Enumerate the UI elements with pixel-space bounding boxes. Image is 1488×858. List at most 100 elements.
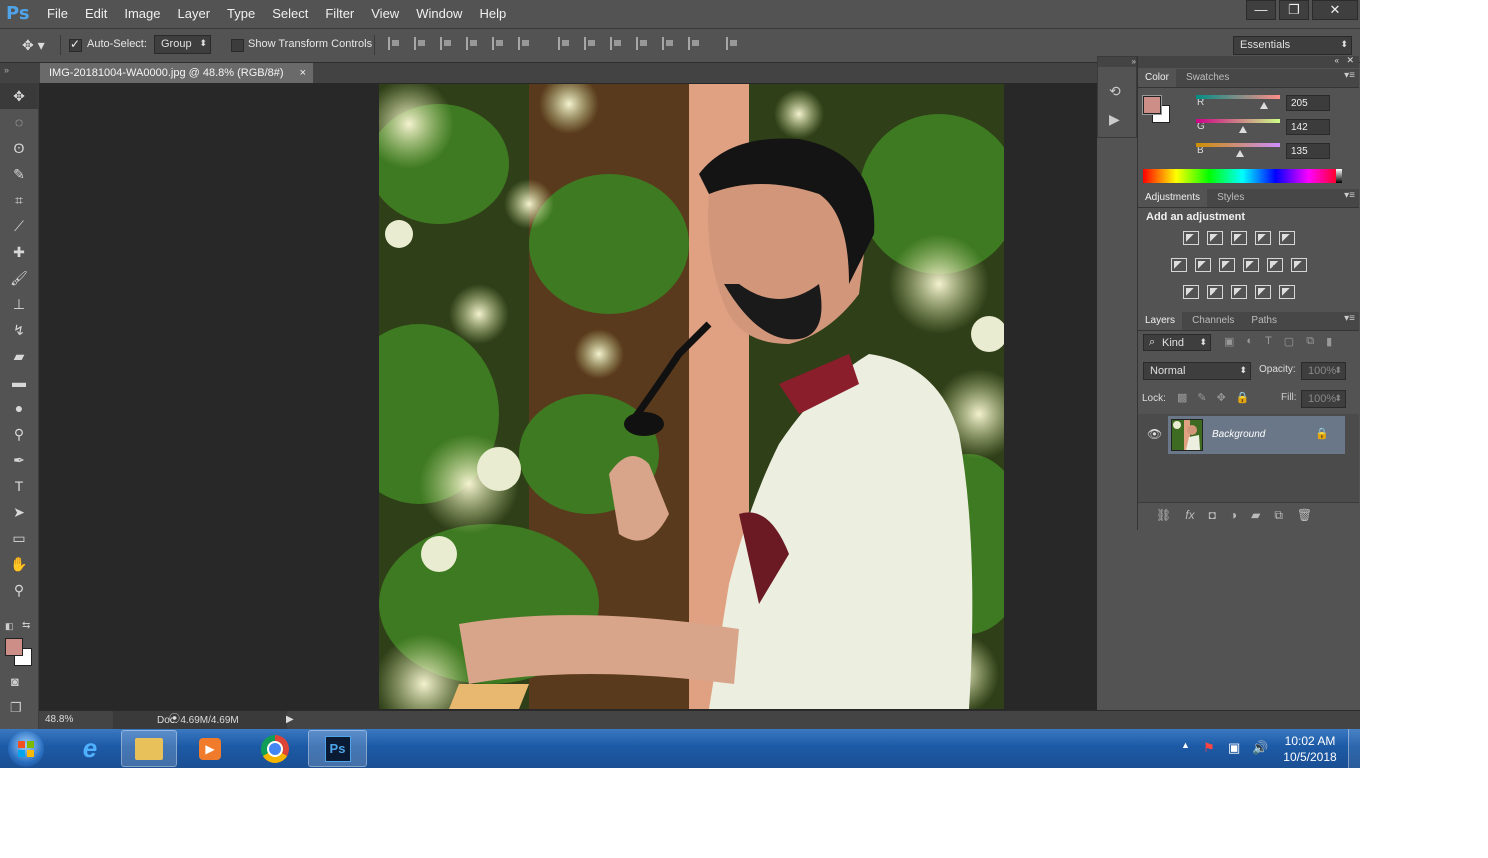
lock-position-icon[interactable]: ✥ xyxy=(1217,391,1226,404)
align-bottom-icon[interactable] xyxy=(440,37,454,50)
show-transform-controls-checkbox[interactable] xyxy=(231,39,244,52)
blend-mode-dropdown[interactable]: Normal xyxy=(1143,362,1251,380)
link-layers-icon[interactable]: ⛓ xyxy=(1156,508,1171,523)
delete-layer-icon[interactable]: 🗑 xyxy=(1297,508,1312,523)
align-top-icon[interactable] xyxy=(388,37,402,50)
color-spectrum-ramp[interactable] xyxy=(1143,169,1342,183)
layer-filter-dropdown[interactable]: ⌕ Kind xyxy=(1143,334,1211,351)
collapse-dock-icon[interactable]: » xyxy=(1098,57,1136,67)
tab-adjustments[interactable]: Adjustments xyxy=(1138,189,1208,207)
windows-start-button[interactable] xyxy=(8,731,44,767)
lock-transparent-icon[interactable]: ▩ xyxy=(1177,391,1187,404)
document-canvas[interactable] xyxy=(39,83,1097,710)
lock-image-icon[interactable]: ✎ xyxy=(1197,391,1206,404)
show-desktop-button[interactable] xyxy=(1348,729,1361,768)
filter-smart-object-icon[interactable]: ⧉ xyxy=(1306,335,1314,348)
history-brush-tool-icon[interactable]: ↯ xyxy=(0,317,38,343)
layer-style-fx-icon[interactable]: fx xyxy=(1185,508,1194,523)
channel-g-slider[interactable] xyxy=(1196,119,1280,123)
history-panel-icon[interactable]: ⟲ xyxy=(1109,83,1121,100)
healing-brush-tool-icon[interactable]: ✚ xyxy=(0,239,38,265)
distribute-horizontal-center-icon[interactable] xyxy=(662,37,676,50)
align-vertical-center-icon[interactable] xyxy=(414,37,428,50)
vibrance-icon[interactable] xyxy=(1279,231,1295,245)
foreground-color-swatch[interactable] xyxy=(5,638,23,656)
levels-icon[interactable] xyxy=(1207,231,1223,245)
filter-pixel-icon[interactable]: ▣ xyxy=(1224,335,1234,348)
exposure-icon[interactable] xyxy=(1255,231,1271,245)
menu-layer[interactable]: Layer xyxy=(178,6,211,21)
color-lookup-icon[interactable] xyxy=(1291,258,1307,272)
hand-tool-icon[interactable]: ✋ xyxy=(0,551,38,577)
layer-visibility-eye-icon[interactable]: 👁 xyxy=(1147,427,1162,441)
filter-type-icon[interactable]: T xyxy=(1265,335,1272,348)
eyedropper-tool-icon[interactable]: ⟋ xyxy=(0,213,38,239)
move-tool-preset-icon[interactable]: ✥ ▾ xyxy=(22,37,45,54)
action-center-flag-icon[interactable]: ⚑ xyxy=(1203,740,1215,756)
gradient-tool-icon[interactable]: ▬ xyxy=(0,369,38,395)
collapse-toolbar-icon[interactable]: » xyxy=(4,65,9,75)
crop-tool-icon[interactable]: ⌗ xyxy=(0,187,38,213)
chrome-taskbar-button[interactable] xyxy=(247,730,303,767)
menu-edit[interactable]: Edit xyxy=(85,6,107,21)
distribute-vertical-center-icon[interactable] xyxy=(584,37,598,50)
adjustments-panel-menu-icon[interactable]: ▾≡ xyxy=(1344,190,1355,201)
new-group-icon[interactable]: ▰ xyxy=(1251,508,1260,523)
align-horizontal-center-icon[interactable] xyxy=(492,37,506,50)
distribute-bottom-icon[interactable] xyxy=(610,37,624,50)
actions-panel-icon[interactable]: ▶ xyxy=(1109,111,1120,128)
tab-paths[interactable]: Paths xyxy=(1244,312,1284,330)
menu-filter[interactable]: Filter xyxy=(325,6,354,21)
type-tool-icon[interactable]: T xyxy=(0,473,38,499)
quick-mask-icon[interactable]: ◙ xyxy=(11,674,19,689)
status-menu-icon[interactable]: ⦿ xyxy=(169,710,180,729)
menu-window[interactable]: Window xyxy=(416,6,462,21)
menu-select[interactable]: Select xyxy=(272,6,308,21)
channel-r-input[interactable]: 205 xyxy=(1286,95,1330,111)
color-panel-foreground-swatch[interactable] xyxy=(1142,95,1162,115)
invert-icon[interactable] xyxy=(1183,285,1199,299)
photo-filter-icon[interactable] xyxy=(1243,258,1259,272)
color-balance-icon[interactable] xyxy=(1195,258,1211,272)
fill-input[interactable]: 100% xyxy=(1301,390,1346,408)
hue-saturation-icon[interactable] xyxy=(1171,258,1187,272)
menu-image[interactable]: Image xyxy=(124,6,160,21)
layer-name[interactable]: Background xyxy=(1212,429,1265,440)
layers-panel-menu-icon[interactable]: ▾≡ xyxy=(1344,313,1355,324)
file-explorer-taskbar-button[interactable] xyxy=(121,730,177,767)
channel-b-input[interactable]: 135 xyxy=(1286,143,1330,159)
menu-type[interactable]: Type xyxy=(227,6,255,21)
filter-shape-icon[interactable]: ▢ xyxy=(1284,335,1294,348)
zoom-level[interactable]: 48.8% xyxy=(45,714,73,725)
volume-icon[interactable]: 🔊 xyxy=(1252,740,1268,756)
move-tool-icon[interactable]: ✥ xyxy=(0,83,38,109)
distribute-top-icon[interactable] xyxy=(558,37,572,50)
tab-channels[interactable]: Channels xyxy=(1185,312,1241,330)
channel-r-thumb[interactable] xyxy=(1260,102,1268,109)
tab-layers[interactable]: Layers xyxy=(1138,312,1183,330)
opacity-input[interactable]: 100% xyxy=(1301,362,1346,380)
add-mask-icon[interactable]: ◘ xyxy=(1209,508,1216,523)
default-colors-icon[interactable]: ◧ xyxy=(5,621,14,632)
distribute-left-icon[interactable] xyxy=(636,37,650,50)
status-arrow-icon[interactable]: ▶ xyxy=(286,714,294,725)
path-selection-tool-icon[interactable]: ➤ xyxy=(0,499,38,525)
black-white-ramp[interactable] xyxy=(1336,169,1342,183)
menu-view[interactable]: View xyxy=(371,6,399,21)
blur-tool-icon[interactable]: ● xyxy=(0,395,38,421)
tab-swatches[interactable]: Swatches xyxy=(1179,69,1236,87)
close-document-icon[interactable]: × xyxy=(300,63,306,83)
distribute-right-icon[interactable] xyxy=(688,37,702,50)
rectangle-tool-icon[interactable]: ▭ xyxy=(0,525,38,551)
channel-g-thumb[interactable] xyxy=(1239,126,1247,133)
posterize-icon[interactable] xyxy=(1207,285,1223,299)
photoshop-taskbar-button[interactable]: Ps xyxy=(308,730,367,767)
gradient-map-icon[interactable] xyxy=(1279,285,1295,299)
restore-button[interactable]: ❐ xyxy=(1279,0,1309,20)
auto-align-layers-icon[interactable] xyxy=(726,37,740,50)
channel-b-slider[interactable] xyxy=(1196,143,1280,147)
menu-file[interactable]: File xyxy=(47,6,68,21)
minimize-button[interactable]: — xyxy=(1246,0,1276,20)
screen-mode-icon[interactable]: ❐ xyxy=(10,700,22,716)
channel-mixer-icon[interactable] xyxy=(1267,258,1283,272)
